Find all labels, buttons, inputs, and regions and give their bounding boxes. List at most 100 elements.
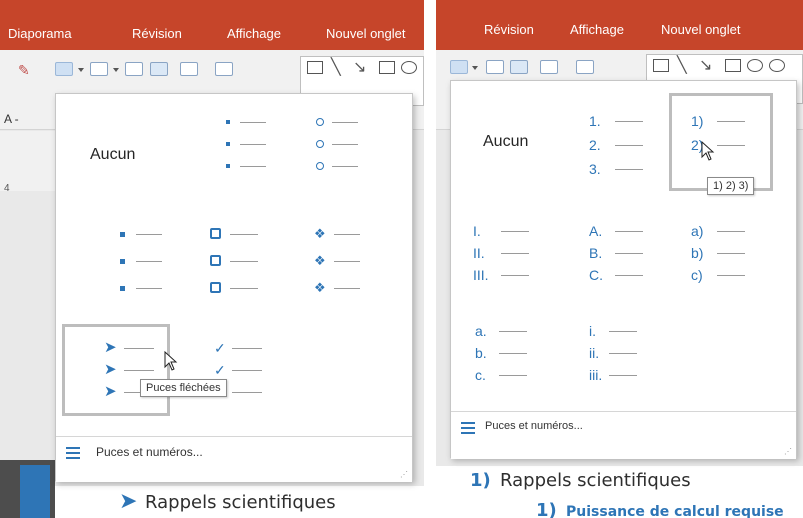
arrow-bullet-icon: ➤: [104, 383, 117, 400]
placeholder-line: [609, 353, 637, 354]
number-label: b): [691, 245, 704, 261]
line-spacing-icon[interactable]: [180, 62, 198, 76]
bullet-option-checkmarks[interactable]: ✓ ✓ ✓: [206, 338, 306, 418]
text-direction-icon[interactable]: [576, 60, 594, 74]
decrease-indent-icon[interactable]: [125, 62, 143, 76]
decrease-indent-icon[interactable]: [486, 60, 504, 74]
placeholder-line: [332, 144, 358, 145]
circle-bullet-icon: [316, 118, 324, 126]
shape-text-box-icon[interactable]: [307, 61, 323, 74]
chevron-down-icon[interactable]: [78, 68, 84, 72]
ruler-area: 4: [0, 131, 55, 194]
bullet-option-none[interactable]: Aucun: [90, 146, 135, 164]
hollow-square-bullet-icon: [210, 228, 221, 239]
number-label: 1.: [589, 113, 601, 129]
placeholder-line: [615, 121, 643, 122]
bullet-option-dots[interactable]: [206, 112, 306, 192]
numbering-option-alpha-lower[interactable]: a. b. c.: [465, 321, 565, 401]
bullet-option-diamonds[interactable]: ❖ ❖ ❖: [304, 224, 404, 304]
bullet-option-circles[interactable]: [304, 112, 404, 192]
filled-square-bullet-icon: [120, 232, 125, 237]
placeholder-line: [332, 122, 358, 123]
shape-line-icon[interactable]: ╲: [677, 55, 687, 75]
bullets-numbering-footer[interactable]: Puces et numéros... ⋰: [451, 411, 796, 459]
font-color-label[interactable]: A -: [4, 112, 19, 126]
placeholder-line: [136, 261, 162, 262]
numbering-button-icon[interactable]: [90, 62, 108, 76]
bullet-option-filled-squares[interactable]: [108, 224, 208, 304]
placeholder-line: [609, 331, 637, 332]
shape-arrow-icon[interactable]: ↘: [353, 57, 366, 77]
list-icon: [461, 422, 475, 434]
format-painter-icon[interactable]: ✎: [18, 62, 30, 79]
resize-grip-icon[interactable]: ⋰: [784, 447, 792, 456]
shape-oval-icon[interactable]: [401, 61, 417, 74]
shape-rectangle-icon[interactable]: [725, 59, 741, 72]
shape-line-icon[interactable]: ╲: [331, 57, 341, 77]
placeholder-line: [499, 375, 527, 376]
tab-nouvel-onglet[interactable]: Nouvel onglet: [326, 26, 406, 41]
tab-affichage[interactable]: Affichage: [570, 22, 624, 37]
chevron-down-icon[interactable]: [472, 66, 478, 70]
numbering-option-roman-lower[interactable]: i. ii. iii.: [579, 321, 679, 401]
numbering-option-arabic-dot[interactable]: 1. 2. 3.: [579, 111, 679, 191]
resize-grip-icon[interactable]: ⋰: [400, 470, 408, 479]
chevron-down-icon[interactable]: [113, 68, 119, 72]
number-label: iii.: [589, 367, 603, 383]
shape-arrow-icon[interactable]: ↘: [699, 55, 712, 75]
slide-subheading: Puissance de calcul requise: [566, 504, 784, 518]
checkmark-bullet-icon: ✓: [214, 340, 226, 356]
slide-subheading-number: 1): [536, 500, 557, 518]
placeholder-line: [717, 121, 745, 122]
placeholder-line: [232, 392, 262, 393]
tab-revision[interactable]: Révision: [484, 22, 534, 37]
numbering-dropdown: Aucun 1. 2. 3. 1) 2) 1) 2) 3) I. II. III…: [450, 80, 797, 459]
shape-oval-icon[interactable]: [747, 59, 763, 72]
placeholder-line: [240, 166, 266, 167]
bullets-and-numbering-link[interactable]: Puces et numéros...: [96, 445, 203, 459]
placeholder-line: [124, 370, 154, 371]
diamond-bullet-icon: ❖: [314, 253, 326, 268]
tab-revision[interactable]: Révision: [132, 26, 182, 41]
bullet-option-arrows[interactable]: ➤ ➤ ➤: [100, 338, 200, 418]
diamond-bullet-icon: ❖: [314, 226, 326, 241]
slide-heading: Rappels scientifiques: [500, 470, 691, 491]
shape-oval-icon[interactable]: [769, 59, 785, 72]
placeholder-line: [615, 275, 643, 276]
placeholder-line: [334, 288, 360, 289]
checkmark-bullet-icon: ✓: [214, 362, 226, 378]
increase-indent-icon[interactable]: [510, 60, 528, 74]
tab-affichage[interactable]: Affichage: [227, 26, 281, 41]
placeholder-line: [240, 122, 266, 123]
number-label: I.: [473, 223, 481, 239]
numbering-option-roman-upper[interactable]: I. II. III.: [465, 221, 565, 301]
left-screenshot-panel: Diaporama Révision Affichage Nouvel ongl…: [0, 0, 424, 518]
bullets-and-numbering-link[interactable]: Puces et numéros...: [485, 420, 583, 432]
shape-rectangle-icon[interactable]: [379, 61, 395, 74]
placeholder-line: [501, 253, 529, 254]
shape-text-box-icon[interactable]: [653, 59, 669, 72]
placeholder-line: [230, 234, 258, 235]
list-icon: [66, 447, 80, 459]
filled-square-bullet-icon: [120, 286, 125, 291]
line-spacing-icon[interactable]: [540, 60, 558, 74]
numbering-option-none[interactable]: Aucun: [483, 133, 528, 151]
bullets-button-icon[interactable]: [450, 60, 468, 74]
increase-indent-icon[interactable]: [150, 62, 168, 76]
bullet-option-hollow-squares[interactable]: [206, 224, 306, 304]
text-direction-icon[interactable]: [215, 62, 233, 76]
bullets-button-icon[interactable]: [55, 62, 73, 76]
numbering-option-alpha-paren[interactable]: a) b) c): [683, 221, 783, 301]
panel-separator: [424, 0, 436, 518]
diamond-bullet-icon: ❖: [314, 280, 326, 295]
number-label: b.: [475, 345, 487, 361]
tooltip-arrow-bullets: Puces fléchées: [140, 379, 227, 397]
bullets-numbering-footer[interactable]: Puces et numéros... ⋰: [56, 436, 412, 482]
tab-nouvel-onglet[interactable]: Nouvel onglet: [661, 22, 741, 37]
placeholder-line: [124, 348, 154, 349]
numbering-option-alpha-upper[interactable]: A. B. C.: [579, 221, 679, 301]
ribbon-tab-bar: Diaporama Révision Affichage Nouvel ongl…: [0, 0, 424, 50]
tab-diaporama[interactable]: Diaporama: [8, 26, 72, 41]
placeholder-line: [615, 145, 643, 146]
ruler-marker: 4: [4, 183, 10, 194]
